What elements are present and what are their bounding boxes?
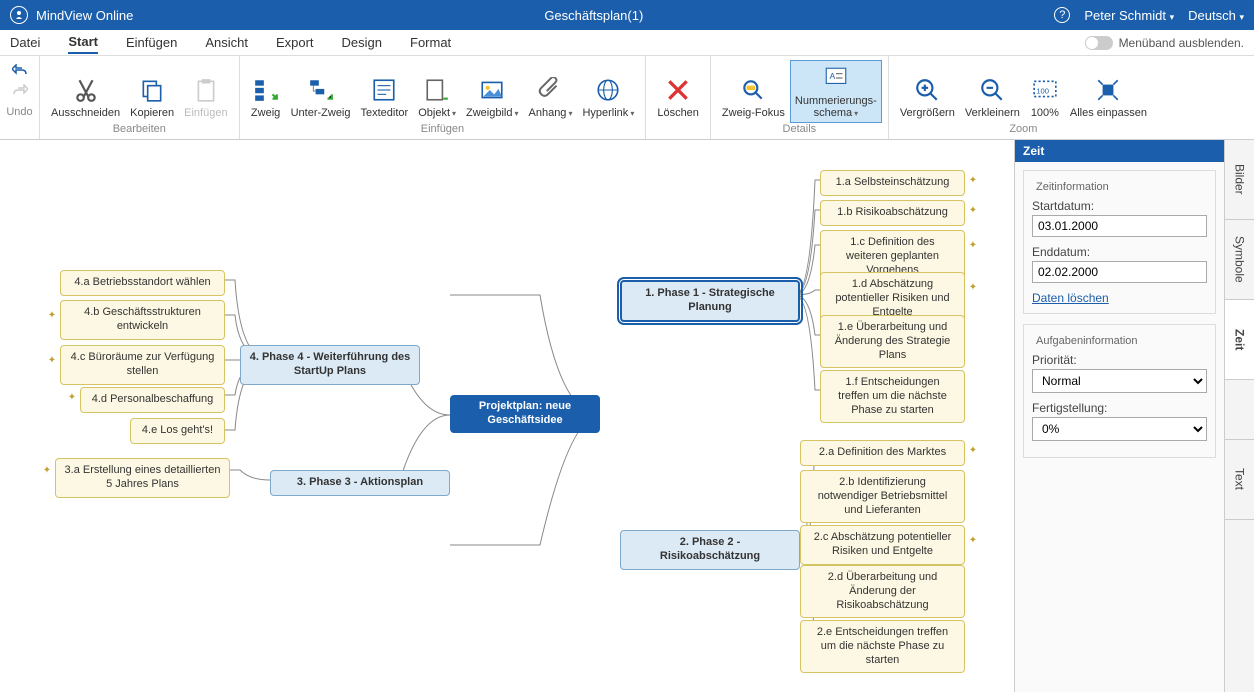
toggle-icon[interactable] [1085,36,1113,50]
leaf-4c[interactable]: 4.c Büroräume zur Verfügung stellen [60,345,225,385]
hide-ribbon[interactable]: Menüband ausblenden. [1085,36,1244,50]
end-date-input[interactable] [1032,261,1207,283]
branch-button[interactable]: Zweig [246,72,286,123]
leaf-2c[interactable]: 2.c Abschätzung potentieller Risiken und… [800,525,965,565]
leaf-2d[interactable]: 2.d Überarbeitung und Änderung der Risik… [800,565,965,618]
undo-icon[interactable] [12,64,28,80]
priority-select[interactable]: Normal [1032,369,1207,393]
leaf-1f[interactable]: 1.f Entscheidungen treffen um die nächst… [820,370,965,423]
tab-bilder[interactable]: Bilder [1225,140,1254,220]
attachment-button[interactable]: Anhang [524,72,578,123]
delete-button[interactable]: Löschen [652,72,704,123]
menu-start[interactable]: Start [68,31,98,54]
branchimage-button[interactable]: Zweigbild [461,72,523,123]
menu-format[interactable]: Format [410,32,451,53]
branch-focus-button[interactable]: Zweig-Fokus [717,72,790,123]
ribbon: Undo Ausschneiden Kopieren Einfügen Bear… [0,56,1254,140]
leaf-1b[interactable]: 1.b Risikoabschätzung [820,200,965,226]
titlebar: MindView Online Geschäftsplan(1) ? Peter… [0,0,1254,30]
side-tabs: Bilder Symbole Zeit Text [1224,140,1254,692]
numbering-scheme-button[interactable]: ANummerierungs- schema [790,60,882,123]
menubar: Datei Start Einfügen Ansicht Export Desi… [0,30,1254,56]
texteditor-button[interactable]: Texteditor [356,72,414,123]
phase4-node[interactable]: 4. Phase 4 - Weiterführung des StartUp P… [240,345,420,385]
menu-design[interactable]: Design [342,32,382,53]
hyperlink-button[interactable]: Hyperlink [577,72,639,123]
menu-einfuegen[interactable]: Einfügen [126,32,177,53]
phase2-node[interactable]: 2. Phase 2 - Risikoabschätzung [620,530,800,570]
object-button[interactable]: Objekt [413,72,461,123]
copy-button[interactable]: Kopieren [125,72,179,123]
zoom-100-button[interactable]: 100100% [1025,72,1065,123]
leaf-1a[interactable]: 1.a Selbsteinschätzung [820,170,965,196]
menu-ansicht[interactable]: Ansicht [205,32,248,53]
zoom-out-button[interactable]: Verkleinern [960,72,1025,123]
panel-title: Zeit [1015,140,1224,162]
zoom-in-button[interactable]: Vergrößern [895,72,960,123]
document-title: Geschäftsplan(1) [133,8,1054,23]
phase3-node[interactable]: 3. Phase 3 - Aktionsplan [270,470,450,496]
clear-data-link[interactable]: Daten löschen [1032,291,1109,305]
start-date-input[interactable] [1032,215,1207,237]
tab-symbole[interactable]: Symbole [1225,220,1254,300]
svg-text:A: A [829,71,835,81]
language-menu[interactable]: Deutsch ▾ [1188,8,1244,23]
user-menu[interactable]: Peter Schmidt ▾ [1084,8,1174,23]
leaf-2b[interactable]: 2.b Identifizierung notwendiger Betriebs… [800,470,965,523]
paste-button[interactable]: Einfügen [179,72,232,123]
cut-button[interactable]: Ausschneiden [46,72,125,123]
leaf-3a[interactable]: 3.a Erstellung eines detaillierten 5 Jah… [55,458,230,498]
subbranch-button[interactable]: Unter-Zweig [286,72,356,123]
root-node[interactable]: Projektplan: neue Geschäftsidee [450,395,600,433]
leaf-4a[interactable]: 4.a Betriebsstandort wählen [60,270,225,296]
leaf-4b[interactable]: 4.b Geschäftsstrukturen entwickeln [60,300,225,340]
mindmap-canvas[interactable]: Projektplan: neue Geschäftsidee 1. Phase… [0,140,1014,692]
time-panel: Zeit Zeitinformation Startdatum: Enddatu… [1014,140,1224,692]
fit-all-button[interactable]: Alles einpassen [1065,72,1152,123]
phase1-node[interactable]: 1. Phase 1 - Strategische Planung [620,280,800,322]
redo-icon[interactable] [12,84,28,100]
tab-zeit[interactable]: Zeit [1225,300,1254,380]
menu-export[interactable]: Export [276,32,314,53]
completion-select[interactable]: 0% [1032,417,1207,441]
leaf-2e[interactable]: 2.e Entscheidungen treffen um die nächst… [800,620,965,673]
app-logo-icon [10,6,28,24]
tab-text[interactable]: Text [1225,440,1254,520]
svg-text:100: 100 [1036,87,1049,96]
help-icon[interactable]: ? [1054,7,1070,23]
leaf-4e[interactable]: 4.e Los geht's! [130,418,225,444]
app-name: MindView Online [36,8,133,23]
tab-blank[interactable] [1225,380,1254,440]
leaf-4d[interactable]: 4.d Personalbeschaffung [80,387,225,413]
leaf-1e[interactable]: 1.e Überarbeitung und Änderung des Strat… [820,315,965,368]
leaf-2a[interactable]: 2.a Definition des Marktes [800,440,965,466]
menu-datei[interactable]: Datei [10,32,40,53]
